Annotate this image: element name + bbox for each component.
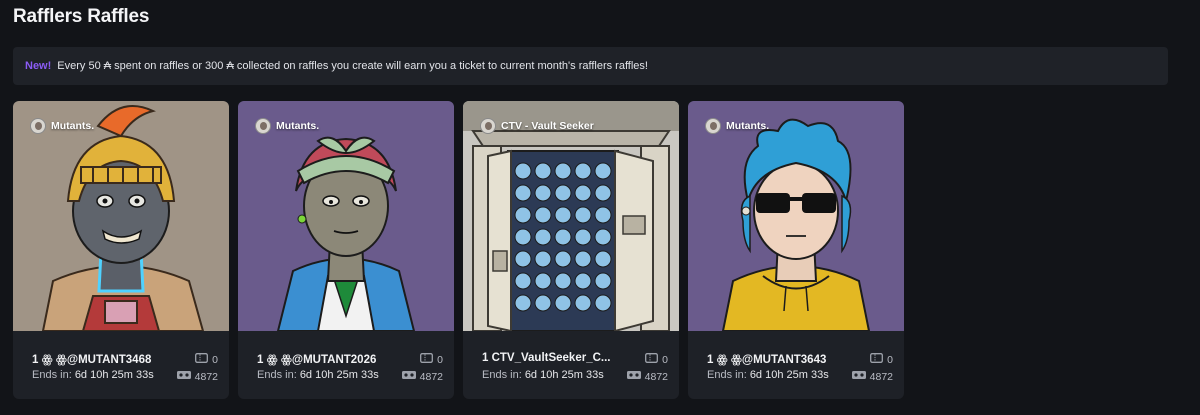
nft-image[interactable]: [463, 101, 679, 331]
ends-label: Ends in:: [707, 369, 747, 381]
raffle-name[interactable]: 1 ꙮ ꙮ@MUTANT3643: [707, 352, 857, 366]
raffle-info: 1 ꙮ ꙮ@MUTANT3643 Ends in: 6d 10h 25m 33s…: [688, 331, 904, 399]
tickets-value: 0: [662, 353, 668, 366]
ticket-stack-icon: [851, 370, 866, 383]
raffle-countdown: Ends in: 6d 10h 25m 33s: [32, 369, 154, 381]
raffle-name[interactable]: 1 ꙮ ꙮ@MUTANT2026: [257, 352, 407, 366]
tickets-value: 0: [437, 353, 443, 366]
raffle-countdown: Ends in: 6d 10h 25m 33s: [707, 369, 829, 381]
ticket-icon: [420, 353, 434, 366]
supply-value: 4872: [869, 370, 893, 383]
supply-count: 4872: [851, 370, 893, 383]
collection-label[interactable]: Mutants.: [255, 118, 319, 134]
supply-value: 4872: [194, 370, 218, 383]
supply-value: 4872: [644, 370, 668, 383]
new-badge: New!: [25, 60, 52, 72]
supply-count: 4872: [401, 370, 443, 383]
collection-avatar: [30, 118, 46, 134]
ends-label: Ends in:: [257, 369, 297, 381]
ends-value: 6d 10h 25m 33s: [749, 369, 829, 381]
banner-message: Every 50 ₳ spent on raffles or 300 ₳ col…: [57, 60, 648, 72]
ends-value: 6d 10h 25m 33s: [299, 369, 379, 381]
ticket-icon: [645, 353, 659, 366]
tickets-count: 0: [645, 353, 668, 366]
raffle-card[interactable]: Mutants. 1 ꙮ ꙮ@MUTANT3468 Ends in: 6d 10…: [13, 101, 229, 399]
supply-count: 4872: [176, 370, 218, 383]
ends-label: Ends in:: [482, 369, 522, 381]
tickets-count: 0: [420, 353, 443, 366]
raffle-countdown: Ends in: 6d 10h 25m 33s: [257, 369, 379, 381]
ticket-icon: [195, 353, 209, 366]
ends-label: Ends in:: [32, 369, 72, 381]
page-title: Rafflers Raffles: [13, 6, 150, 27]
collection-avatar: [705, 118, 721, 134]
collection-name: Mutants.: [276, 120, 320, 132]
ticket-stack-icon: [401, 370, 416, 383]
collection-name: Mutants.: [726, 120, 770, 132]
raffle-name[interactable]: 1 CTV_VaultSeeker_C...: [482, 352, 632, 364]
ticket-icon: [870, 353, 884, 366]
collection-avatar: [480, 118, 496, 134]
raffle-card[interactable]: Mutants. 1 ꙮ ꙮ@MUTANT3643 Ends in: 6d 10…: [688, 101, 904, 399]
collection-label[interactable]: Mutants.: [30, 118, 94, 134]
collection-label[interactable]: Mutants.: [705, 118, 769, 134]
tickets-value: 0: [887, 353, 893, 366]
tickets-count: 0: [870, 353, 893, 366]
raffle-card[interactable]: CTV - Vault Seeker 1 CTV_VaultSeeker_C..…: [463, 101, 679, 399]
raffle-card[interactable]: Mutants. 1 ꙮ ꙮ@MUTANT2026 Ends in: 6d 10…: [238, 101, 454, 399]
raffle-info: 1 CTV_VaultSeeker_C... Ends in: 6d 10h 2…: [463, 331, 679, 399]
ends-value: 6d 10h 25m 33s: [74, 369, 154, 381]
collection-name: CTV - Vault Seeker: [501, 120, 594, 132]
raffle-name[interactable]: 1 ꙮ ꙮ@MUTANT3468: [32, 352, 182, 366]
collection-name: Mutants.: [51, 120, 95, 132]
raffle-countdown: Ends in: 6d 10h 25m 33s: [482, 369, 604, 381]
tickets-value: 0: [212, 353, 218, 366]
tickets-count: 0: [195, 353, 218, 366]
nft-image[interactable]: [238, 101, 454, 331]
raffle-info: 1 ꙮ ꙮ@MUTANT2026 Ends in: 6d 10h 25m 33s…: [238, 331, 454, 399]
info-banner: New! Every 50 ₳ spent on raffles or 300 …: [13, 47, 1168, 85]
ticket-stack-icon: [626, 370, 641, 383]
collection-label[interactable]: CTV - Vault Seeker: [480, 118, 594, 134]
ends-value: 6d 10h 25m 33s: [524, 369, 604, 381]
raffle-info: 1 ꙮ ꙮ@MUTANT3468 Ends in: 6d 10h 25m 33s…: [13, 331, 229, 399]
supply-value: 4872: [419, 370, 443, 383]
ticket-stack-icon: [176, 370, 191, 383]
nft-image[interactable]: [13, 101, 229, 331]
supply-count: 4872: [626, 370, 668, 383]
collection-avatar: [255, 118, 271, 134]
nft-image[interactable]: [688, 101, 904, 331]
